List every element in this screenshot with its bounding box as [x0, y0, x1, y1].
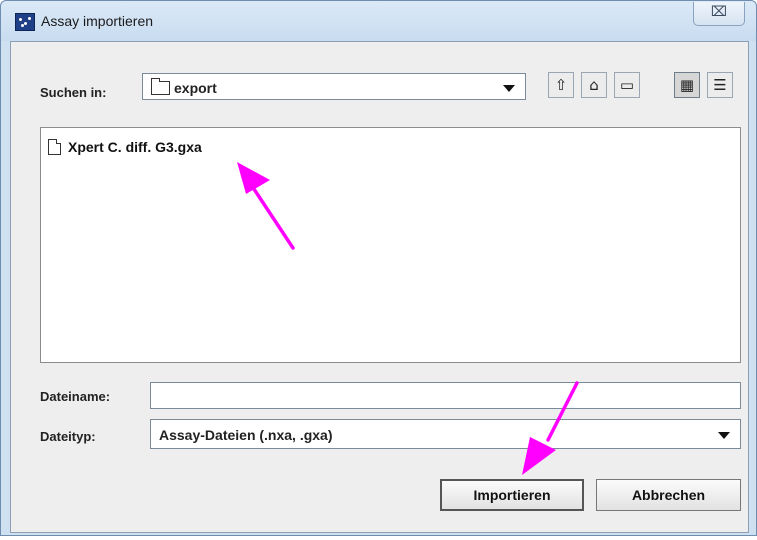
arrow-to-import-button: [522, 381, 579, 475]
arrow-to-file: [237, 162, 295, 250]
annotation-arrows: [237, 162, 579, 475]
